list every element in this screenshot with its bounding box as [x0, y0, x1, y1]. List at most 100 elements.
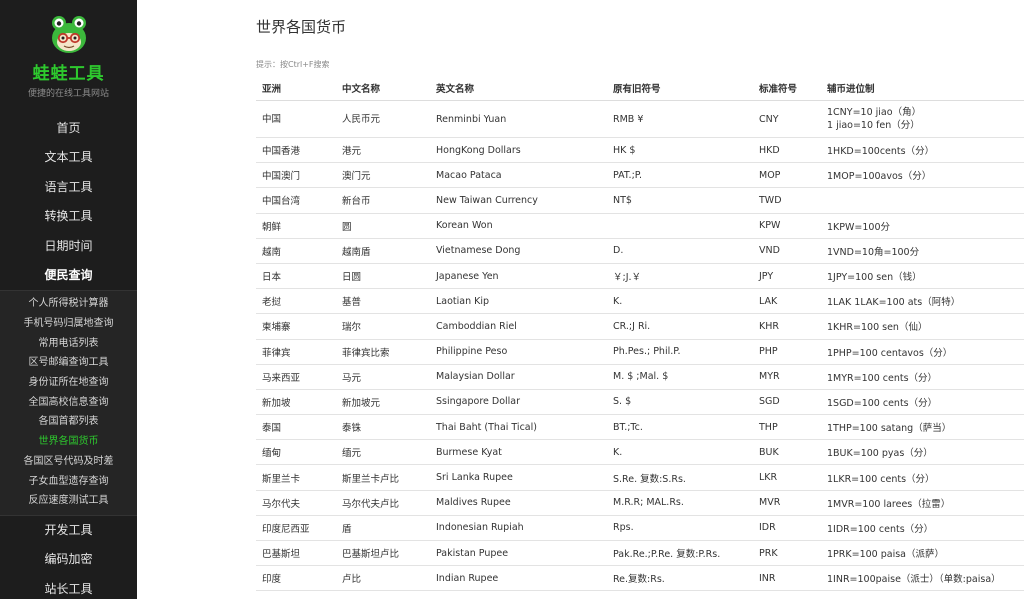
page-title: 世界各国货币 [256, 18, 347, 36]
cell-subunit: 1PRK=100 paisa（派萨） [821, 540, 1024, 567]
cell-subunit: 1HKD=100cents（分） [821, 137, 1024, 164]
cell-old-symbol: S. $ [607, 389, 753, 416]
nav-item-webmaster[interactable]: 站长工具 [0, 575, 137, 604]
cell-old-symbol: PAT.;P. [607, 162, 753, 189]
cell-region: 柬埔寨 [256, 313, 336, 340]
nav-item-language-tools[interactable]: 语言工具 [0, 173, 137, 202]
table-row: 马来西亚 马元 Malaysian Dollar M. $ ;Mal. $ MYR 1MY… [256, 364, 1024, 390]
table-row: 泰国 泰铢 Thai Baht (Thai Tical) BT.;Tc. THP 1THP… [256, 414, 1024, 441]
sub-item-area-postcode[interactable]: 区号邮编查询工具 [0, 353, 137, 373]
cell-standard-symbol: JPY [753, 263, 821, 290]
table-row: 马尔代夫 马尔代夫卢比 Maldives Rupee M.R.R; MAL.Rs. MV… [256, 490, 1024, 516]
table-header-row: 亚洲 中文名称 英文名称 原有旧符号 标准符号 辅币进位制 [256, 75, 1024, 101]
cell-subunit: 1LAK 1LAK=100 ats（阿特） [821, 288, 1024, 315]
cell-standard-symbol: LKR [753, 464, 821, 491]
cell-old-symbol: CR.;J Ri. [607, 313, 753, 340]
cell-region: 朝鲜 [256, 213, 336, 239]
cell-chinese-name: 缅元 [336, 439, 430, 466]
cell-old-symbol: M. $ ;Mal. $ [607, 364, 753, 390]
cell-standard-symbol: PRK [753, 540, 821, 567]
sub-item-phone-location[interactable]: 手机号码归属地查询 [0, 314, 137, 334]
cell-english-name: Renminbi Yuan [430, 100, 607, 138]
cell-chinese-name: 人民币元 [336, 100, 430, 138]
cell-english-name: HongKong Dollars [430, 137, 607, 164]
brand-name: 蛙蛙工具 [32, 64, 105, 84]
sub-item-reaction-test[interactable]: 反应速度测试工具 [0, 491, 137, 511]
table-row: 中国台湾 新台币 New Taiwan Currency NT$ TWD [256, 187, 1024, 214]
sub-item-income-tax[interactable]: 个人所得税计算器 [0, 294, 137, 314]
cell-standard-symbol: CNY [753, 100, 821, 138]
nav-item-datetime[interactable]: 日期时间 [0, 232, 137, 261]
cell-standard-symbol: INR [753, 565, 821, 592]
cell-chinese-name: 新加坡元 [336, 389, 430, 416]
cell-old-symbol: HK $ [607, 137, 753, 164]
nav-item-home[interactable]: 首页 [0, 114, 137, 143]
sub-item-id-location[interactable]: 身份证所在地查询 [0, 373, 137, 393]
cell-subunit [821, 187, 1024, 214]
table-row: 老挝 基普 Laotian Kip K. LAK 1LAK 1LAK=100 ats（阿特… [256, 288, 1024, 315]
cell-old-symbol: NT$ [607, 187, 753, 214]
cell-subunit: 1KHR=100 sen（仙） [821, 313, 1024, 340]
sub-item-country-codes[interactable]: 各国区号代码及时差 [0, 452, 137, 472]
sub-item-universities[interactable]: 全国高校信息查询 [0, 393, 137, 413]
cell-subunit: 1MVR=100 larees（拉雷） [821, 490, 1024, 516]
nav-item-dev-tools[interactable]: 开发工具 [0, 516, 137, 545]
cell-standard-symbol: LAK [753, 288, 821, 315]
cell-standard-symbol: PHP [753, 339, 821, 365]
table-row: 新加坡 新加坡元 Ssingapore Dollar S. $ SGD 1SGD=100 … [256, 389, 1024, 416]
cell-old-symbol: Rps. [607, 515, 753, 542]
table-row: 斯里兰卡 斯里兰卡卢比 Sri Lanka Rupee S.Re. 复数:S.Rs. L… [256, 464, 1024, 491]
cell-region: 老挝 [256, 288, 336, 315]
cell-english-name: Laotian Kip [430, 288, 607, 315]
cell-old-symbol: K. [607, 288, 753, 315]
header-chinese-name: 中文名称 [336, 75, 430, 101]
cell-region: 中国台湾 [256, 187, 336, 214]
header-region: 亚洲 [256, 75, 336, 101]
sub-item-common-phones[interactable]: 常用电话列表 [0, 334, 137, 354]
sub-item-blood-type[interactable]: 子女血型遗存查询 [0, 472, 137, 492]
cell-english-name: New Taiwan Currency [430, 187, 607, 214]
sub-item-world-currencies[interactable]: 世界各国货币 [0, 432, 137, 452]
cell-old-symbol: BT.;Tc. [607, 414, 753, 441]
sidebar-nav: 首页 文本工具 语言工具 转换工具 日期时间 便民查询 个人所得税计算器 手机号… [0, 114, 137, 604]
nav-item-convert-tools[interactable]: 转换工具 [0, 202, 137, 231]
cell-standard-symbol: THP [753, 414, 821, 441]
cell-region: 新加坡 [256, 389, 336, 416]
logo[interactable]: 蛙蛙工具 便捷的在线工具网站 [0, 14, 137, 99]
table-row: 日本 日圆 Japanese Yen ￥;J.￥ JPY 1JPY=100 sen（钱） [256, 263, 1024, 290]
nav-item-public-query[interactable]: 便民查询 [0, 261, 137, 290]
cell-chinese-name: 新台币 [336, 187, 430, 214]
cell-old-symbol: Re.复数:Rs. [607, 565, 753, 592]
cell-english-name: Vietnamese Dong [430, 238, 607, 264]
cell-chinese-name: 斯里兰卡卢比 [336, 464, 430, 491]
cell-chinese-name: 澳门元 [336, 162, 430, 189]
cell-standard-symbol: MYR [753, 364, 821, 390]
header-subunit: 辅币进位制 [821, 75, 1024, 101]
cell-region: 菲律宾 [256, 339, 336, 365]
table-row: 中国 人民币元 Renminbi Yuan RMB ¥ CNY 1CNY=10 jiao（… [256, 100, 1024, 138]
table-row: 印度尼西亚盾 Indonesian Rupiah Rps. IDR 1IDR=100 c… [256, 515, 1024, 542]
cell-chinese-name: 越南盾 [336, 238, 430, 264]
header-old-symbol: 原有旧符号 [607, 75, 753, 101]
table-row: 缅甸 缅元 Burmese Kyat K. BUK 1BUK=100 pyas（分） [256, 439, 1024, 466]
cell-region: 缅甸 [256, 439, 336, 466]
currency-table: 亚洲 中文名称 英文名称 原有旧符号 标准符号 辅币进位制 中国 人民币元 Renm… [256, 75, 1024, 592]
cell-region: 中国澳门 [256, 162, 336, 189]
table-row: 菲律宾 菲律宾比索 Philippine Peso Ph.Pes.; Phil.P. P… [256, 339, 1024, 365]
cell-subunit: 1MYR=100 cents（分） [821, 364, 1024, 390]
cell-region: 日本 [256, 263, 336, 290]
cell-standard-symbol: VND [753, 238, 821, 264]
cell-standard-symbol: KPW [753, 213, 821, 239]
sidebar-submenu: 个人所得税计算器 手机号码归属地查询 常用电话列表 区号邮编查询工具 身份证所在… [0, 290, 137, 516]
cell-old-symbol: K. [607, 439, 753, 466]
cell-subunit: 1IDR=100 cents（分） [821, 515, 1024, 542]
cell-english-name: Camboddian Riel [430, 313, 607, 340]
table-row: 巴基斯坦 巴基斯坦卢比 Pakistan Pupee Pak.Re.;P.Re. 复数… [256, 540, 1024, 567]
cell-subunit: 1JPY=100 sen（钱） [821, 263, 1024, 290]
cell-standard-symbol: KHR [753, 313, 821, 340]
nav-item-encoding[interactable]: 编码加密 [0, 545, 137, 574]
cell-subunit: 1BUK=100 pyas（分） [821, 439, 1024, 466]
nav-item-text-tools[interactable]: 文本工具 [0, 143, 137, 172]
cell-standard-symbol: TWD [753, 187, 821, 214]
sub-item-capitals[interactable]: 各国首都列表 [0, 412, 137, 432]
